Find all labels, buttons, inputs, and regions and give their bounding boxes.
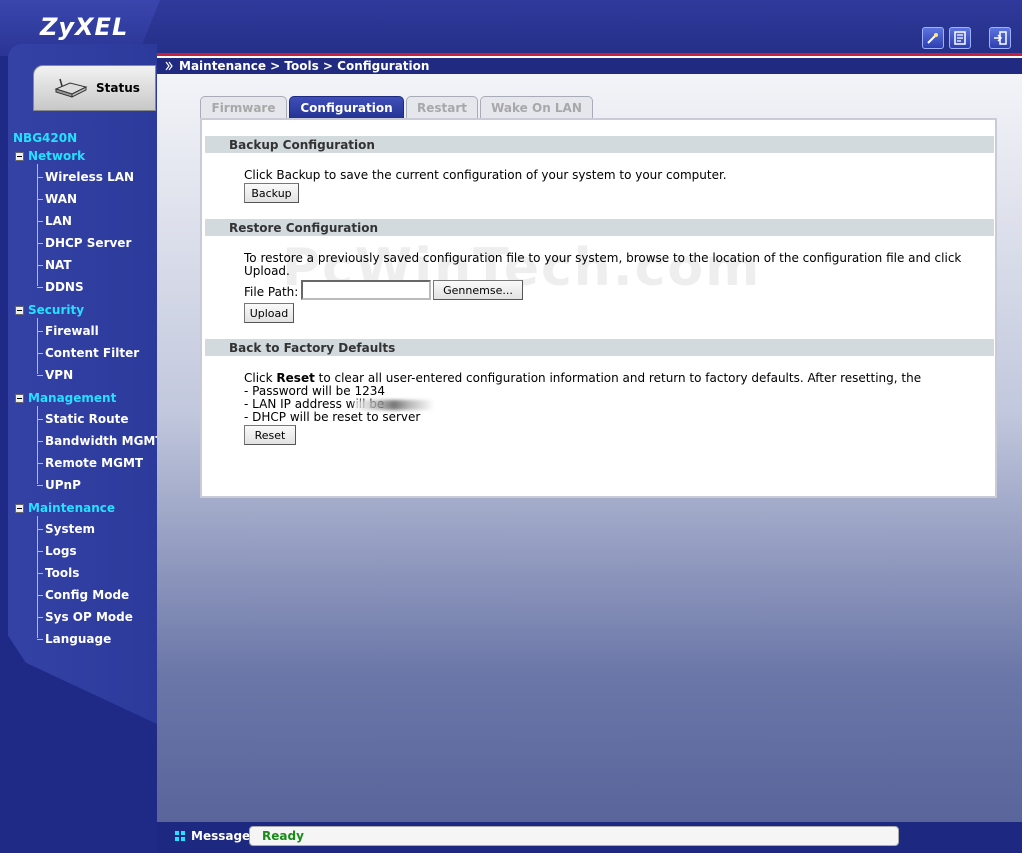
status-tab[interactable]: Status	[33, 65, 156, 111]
tab-firmware[interactable]: Firmware	[200, 96, 287, 118]
router-icon	[54, 78, 88, 98]
status-message: Ready	[249, 826, 899, 846]
device-model: NBG420N	[13, 131, 78, 145]
nav-group-label: Network	[28, 149, 86, 163]
message-label-text: Message	[191, 829, 251, 843]
nav-group-label: Management	[28, 391, 117, 405]
redacted-ip-address	[354, 400, 434, 410]
tree-branch	[37, 243, 43, 244]
nav-group-label: Maintenance	[28, 501, 116, 515]
tree-branch	[37, 595, 43, 596]
tree-branch	[37, 573, 43, 574]
collapse-icon[interactable]	[15, 503, 24, 513]
restore-description-line1: To restore a previously saved configurat…	[244, 251, 962, 265]
tree-branch	[37, 353, 43, 354]
nav-item-language[interactable]: Language	[45, 632, 111, 646]
nav-item-nat[interactable]: NAT	[45, 258, 72, 272]
tree-line	[37, 406, 38, 484]
factory-section-title: Back to Factory Defaults	[205, 339, 994, 356]
tree-branch	[37, 375, 43, 376]
nav-item-logs[interactable]: Logs	[45, 544, 77, 558]
tree-branch	[37, 287, 43, 288]
logout-icon[interactable]	[989, 27, 1011, 49]
tree-line	[37, 164, 38, 286]
message-dots-icon	[175, 831, 185, 841]
nav-item-system[interactable]: System	[45, 522, 95, 536]
tab-wake-on-lan[interactable]: Wake On LAN	[480, 96, 593, 118]
main-content: Firmware Configuration Restart Wake On L…	[157, 74, 1022, 822]
collapse-icon[interactable]	[15, 393, 24, 403]
reset-button[interactable]: Reset	[244, 425, 296, 445]
nav-item-ddns[interactable]: DDNS	[45, 280, 84, 294]
about-icon[interactable]	[949, 27, 971, 49]
nav-item-firewall[interactable]: Firewall	[45, 324, 99, 338]
status-footer: Message Ready	[157, 822, 1022, 853]
tab-configuration[interactable]: Configuration	[289, 96, 404, 118]
zyxel-logo: ZyXEL	[40, 13, 129, 41]
nav-item-config-mode[interactable]: Config Mode	[45, 588, 129, 602]
nav-group-network[interactable]: Network	[15, 149, 85, 163]
backup-button[interactable]: Backup	[244, 183, 299, 203]
router-admin-page: ZyXEL Status NBG420N Network Wireless LA…	[0, 0, 1022, 853]
tree-branch	[37, 617, 43, 618]
tree-line	[37, 516, 38, 638]
nav-item-sys-op-mode[interactable]: Sys OP Mode	[45, 610, 133, 624]
tree-branch	[37, 265, 43, 266]
file-path-label: File Path:	[244, 285, 299, 299]
message-label: Message	[175, 829, 250, 843]
tree-branch	[37, 529, 43, 530]
wizard-icon[interactable]	[922, 27, 944, 49]
nav-item-upnp[interactable]: UPnP	[45, 478, 81, 492]
nav-item-vpn[interactable]: VPN	[45, 368, 73, 382]
tree-branch	[37, 221, 43, 222]
collapse-icon[interactable]	[15, 305, 24, 315]
tab-restart[interactable]: Restart	[406, 96, 478, 118]
nav-group-label: Security	[28, 303, 85, 317]
breadcrumb-bar: Maintenance > Tools > Configuration	[157, 58, 1022, 74]
tree-branch	[37, 441, 43, 442]
tree-branch	[37, 551, 43, 552]
upload-button[interactable]: Upload	[244, 303, 294, 323]
configuration-panel: PcWinTech.com Backup Configuration Click…	[200, 118, 997, 498]
tree-branch	[37, 419, 43, 420]
tree-branch	[37, 331, 43, 332]
tree-branch	[37, 177, 43, 178]
nav-group-maintenance[interactable]: Maintenance	[15, 501, 115, 515]
nav-item-remote-mgmt[interactable]: Remote MGMT	[45, 456, 143, 470]
backup-section-title: Backup Configuration	[205, 136, 994, 153]
restore-section-title: Restore Configuration	[205, 219, 994, 236]
nav-item-bandwidth-mgmt[interactable]: Bandwidth MGMT	[45, 434, 164, 448]
nav-item-dhcp-server[interactable]: DHCP Server	[45, 236, 131, 250]
tree-branch	[37, 463, 43, 464]
breadcrumb: Maintenance > Tools > Configuration	[179, 59, 430, 73]
nav-item-wireless-lan[interactable]: Wireless LAN	[45, 170, 134, 184]
status-tab-label: Status	[96, 81, 140, 95]
backup-description: Click Backup to save the current configu…	[244, 168, 727, 182]
browse-button[interactable]: Gennemse...	[433, 280, 523, 300]
nav-item-static-route[interactable]: Static Route	[45, 412, 129, 426]
collapse-icon[interactable]	[15, 151, 24, 161]
nav-item-lan[interactable]: LAN	[45, 214, 72, 228]
factory-dhcp-line: - DHCP will be reset to server	[244, 410, 421, 424]
tree-branch	[37, 199, 43, 200]
nav-group-security[interactable]: Security	[15, 303, 84, 317]
tree-branch	[37, 485, 43, 486]
nav-group-management[interactable]: Management	[15, 391, 116, 405]
nav-item-tools[interactable]: Tools	[45, 566, 79, 580]
tree-line	[37, 318, 38, 374]
restore-description-line2: Upload.	[244, 264, 290, 278]
nav-item-wan[interactable]: WAN	[45, 192, 77, 206]
file-path-input[interactable]	[301, 280, 431, 300]
tree-branch	[37, 639, 43, 640]
nav-item-content-filter[interactable]: Content Filter	[45, 346, 139, 360]
breadcrumb-arrow-icon	[165, 61, 173, 71]
